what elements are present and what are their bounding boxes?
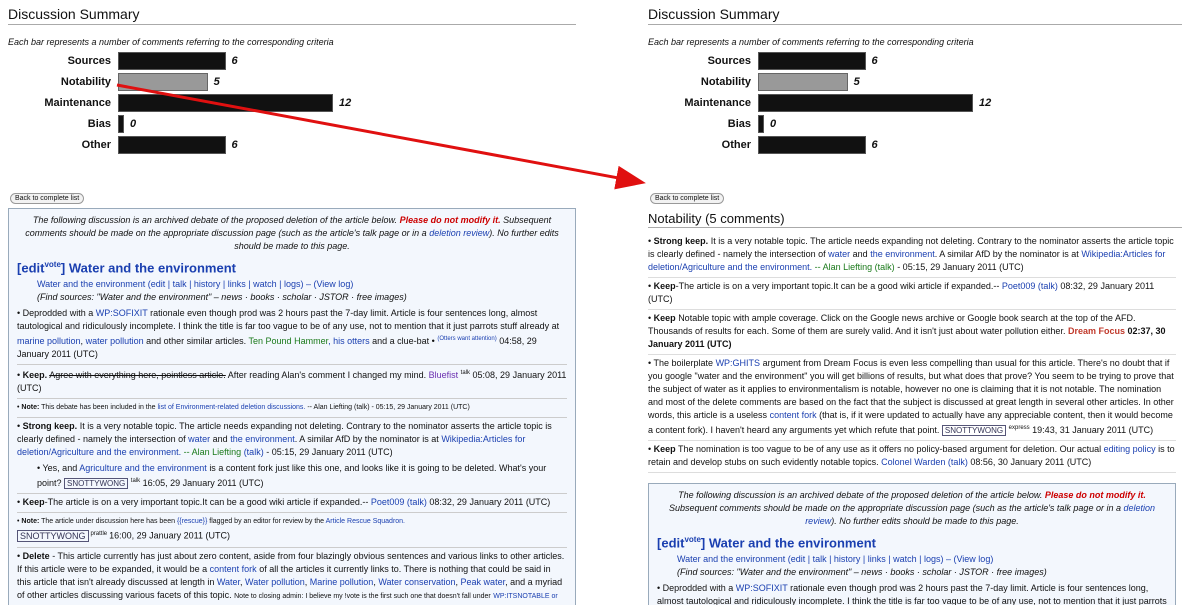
bar-label: Notability — [700, 76, 751, 88]
bar-value-label: 5 — [213, 76, 220, 88]
nomination: • Deprodded with a WP:SOFIXIT rationale … — [17, 308, 560, 360]
bar-row-notability[interactable]: Notability 5 — [648, 73, 998, 91]
right-panel: Discussion Summary Each bar represents a… — [640, 0, 1182, 605]
deletion-review-link[interactable]: deletion review — [429, 228, 489, 238]
bar-value-label: 5 — [853, 76, 860, 88]
bar-label: Notability — [60, 76, 111, 88]
archive-warning: Please do not modify it. — [399, 215, 501, 225]
comment-strong-keep: • Strong keep. It is a very notable topi… — [17, 417, 567, 459]
archive-notice: The following discussion is an archived … — [25, 215, 559, 251]
bar-row-sources[interactable]: Sources 6 — [648, 52, 998, 70]
archive-box: The following discussion is an archived … — [8, 208, 576, 605]
bar[interactable] — [118, 136, 226, 154]
summary-title: Discussion Summary — [648, 6, 1182, 25]
bar-row-sources[interactable]: Sources 6 — [8, 52, 358, 70]
comment-keep-poet009: • Keep-The article is on a very importan… — [17, 493, 567, 509]
bar-value-label: 6 — [871, 139, 878, 151]
bar[interactable] — [118, 115, 124, 133]
user-link[interactable]: SNOTTYWONG — [64, 478, 129, 490]
bar-label: Maintenance — [684, 97, 751, 109]
bar-label: Other — [81, 139, 111, 151]
comment-keep-poet009: • Keep-The article is on a very importan… — [648, 278, 1176, 310]
summary-title: Discussion Summary — [8, 6, 576, 25]
bar[interactable] — [118, 94, 333, 112]
comment-keep-dreamfocus: • Keep Notable topic with ample coverage… — [648, 310, 1176, 355]
bar-value-label: 6 — [231, 55, 238, 67]
bar[interactable] — [758, 136, 866, 154]
bar-value-label: 0 — [130, 118, 137, 130]
bar[interactable] — [758, 115, 764, 133]
note-environment-list: • Note: This debate has been included in… — [17, 398, 567, 414]
summary-bar-chart: Sources 6 Notability 5 Maintenance 12 Bias 0 Oth… — [8, 52, 358, 187]
bar[interactable] — [758, 52, 866, 70]
comment-strong-keep: • Strong keep. It is a very notable topi… — [648, 233, 1176, 278]
comment-keep-colonel: • Keep The nomination is too vague to be… — [648, 441, 1176, 473]
comment-delete: • Delete - This article currently has ju… — [17, 546, 567, 605]
bar-label: Bias — [87, 118, 111, 130]
reply-snottywong: • Yes, and Agriculture and the environme… — [37, 463, 547, 490]
article-links[interactable]: Water and the environment (edit | talk |… — [17, 278, 567, 291]
comment-ghits-reply: • The boilerplate WP:GHITS argument from… — [648, 355, 1176, 441]
summary-bar-chart: Sources 6 Notability 5 Maintenance 12 Bias 0 Oth… — [648, 52, 998, 187]
article-title[interactable]: Water and the environment — [69, 260, 236, 275]
bar-value-label: 0 — [770, 118, 777, 130]
bar[interactable] — [758, 94, 973, 112]
bar-value-label: 6 — [231, 139, 238, 151]
bar-value-label: 12 — [979, 97, 992, 109]
article-links[interactable]: Water and the environment (edit | talk |… — [657, 553, 1167, 566]
nomination: • Deprodded with a WP:SOFIXIT rationale … — [657, 583, 1167, 605]
archive-notice: The following discussion is an archived … — [668, 490, 1156, 526]
find-sources[interactable]: (Find sources: "Water and the environmen… — [657, 566, 1167, 579]
summary-caption: Each bar represents a number of comments… — [648, 37, 974, 47]
bar-label: Sources — [707, 55, 751, 67]
find-sources[interactable]: (Find sources: "Water and the environmen… — [17, 291, 567, 304]
back-to-list-button[interactable]: Back to complete list — [650, 193, 725, 204]
left-panel: Discussion Summary Each bar represents a… — [0, 0, 586, 605]
user-link[interactable]: Dream Focus — [1068, 326, 1125, 336]
comment-keep-bluefist: • Keep. Agree with everything here, poin… — [17, 364, 567, 395]
user-link[interactable]: Bluefist — [429, 370, 459, 380]
article-heading: [editvote] Water and the environment — [657, 535, 876, 551]
back-to-list-button[interactable]: Back to complete list — [10, 193, 85, 204]
bar-row-notability[interactable]: Notability 5 — [8, 73, 358, 91]
bar-label: Sources — [67, 55, 111, 67]
vote-link[interactable]: vote — [44, 260, 60, 269]
user-link[interactable]: SNOTTYWONG — [941, 425, 1007, 436]
bar[interactable] — [118, 52, 226, 70]
bar-row-maintenance[interactable]: Maintenance 12 — [8, 94, 358, 112]
user-link[interactable]: SNOTTYWONG — [17, 529, 89, 542]
bar-label: Other — [721, 139, 751, 151]
nominator-user-link[interactable]: Ten Pound Hammer — [249, 336, 329, 346]
summary-caption: Each bar represents a number of comments… — [8, 37, 334, 47]
bar-value-label: 6 — [871, 55, 878, 67]
article-heading: [editvote] Water and the environment — [17, 260, 236, 276]
edit-link[interactable]: edit — [21, 260, 44, 275]
bar-row-bias[interactable]: Bias 0 — [8, 115, 358, 133]
bar-label: Maintenance — [44, 97, 111, 109]
bar-row-other[interactable]: Other 6 — [648, 136, 998, 154]
bar[interactable] — [758, 73, 848, 91]
bar-row-bias[interactable]: Bias 0 — [648, 115, 998, 133]
bar-row-maintenance[interactable]: Maintenance 12 — [648, 94, 998, 112]
bar-row-other[interactable]: Other 6 — [8, 136, 358, 154]
archive-box: The following discussion is an archived … — [648, 483, 1176, 605]
bar-label: Bias — [727, 118, 751, 130]
note-rescue: • Note: The article under discussion her… — [17, 512, 567, 543]
notability-heading: Notability (5 comments) — [648, 211, 1182, 228]
bar[interactable] — [118, 73, 208, 91]
bar-value-label: 12 — [339, 97, 352, 109]
